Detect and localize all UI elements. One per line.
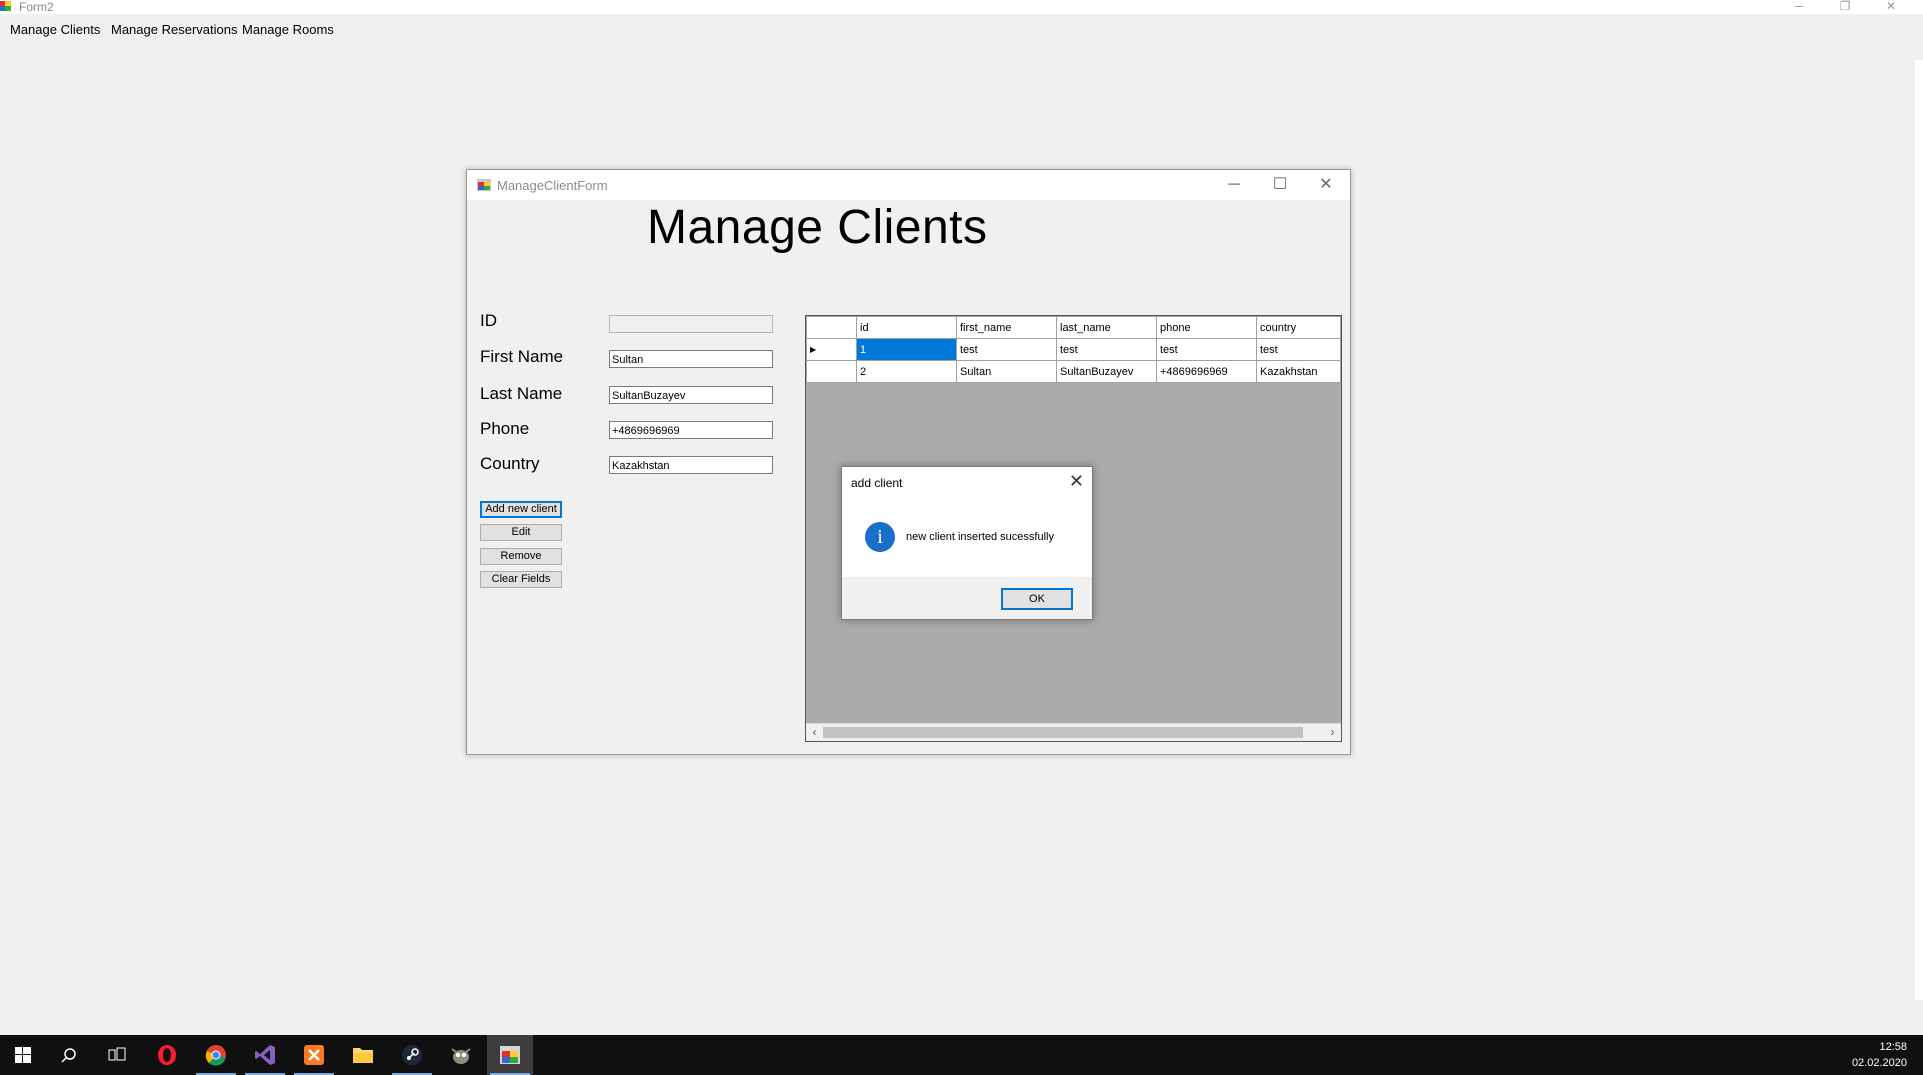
message-box: add client ✕ i new client inserted suces… [841, 466, 1093, 620]
winforms-app-icon[interactable] [487, 1035, 533, 1075]
cell-country[interactable]: test [1256, 338, 1341, 361]
scroll-left-icon[interactable]: ‹ [806, 724, 823, 741]
main-window-title: Form2 [19, 0, 54, 14]
information-icon: i [865, 522, 895, 552]
chrome-icon[interactable] [193, 1035, 239, 1075]
phone-label: Phone [480, 419, 530, 438]
cell-last-name[interactable]: test [1056, 338, 1157, 361]
restore-button[interactable]: ❐ [1822, 0, 1868, 14]
cell-id[interactable]: 2 [856, 360, 957, 383]
windows-start-icon[interactable] [0, 1035, 46, 1075]
table-row[interactable]: ▶ 1 test test test test [806, 338, 1341, 361]
manage-client-form: ManageClientForm ─ ☐ ✕ Manage Clients ID… [466, 169, 1351, 755]
country-label: Country [480, 454, 540, 473]
message-box-title: add client [851, 476, 903, 490]
phone-field[interactable]: +4869696969 [609, 421, 773, 439]
clear-fields-button[interactable]: Clear Fields [480, 571, 562, 588]
menu-manage-rooms[interactable]: Manage Rooms [242, 22, 334, 37]
menu-manage-reservations[interactable]: Manage Reservations [111, 22, 237, 37]
main-window-titlebar: Form2 ─ ❐ ✕ [0, 0, 1923, 14]
message-box-footer: OK [842, 577, 1092, 619]
message-box-close-icon[interactable]: ✕ [1069, 471, 1084, 492]
visual-studio-icon[interactable] [242, 1035, 288, 1075]
task-view-icon[interactable] [94, 1035, 140, 1075]
table-row[interactable]: 2 Sultan SultanBuzayev +4869696969 Kazak… [806, 360, 1341, 383]
cell-first-name[interactable]: Sultan [956, 360, 1057, 383]
horizontal-scrollbar[interactable]: ‹ › [806, 723, 1341, 741]
ok-button[interactable]: OK [1001, 588, 1073, 610]
menu-manage-clients[interactable]: Manage Clients [10, 22, 100, 37]
country-field[interactable]: Kazakhstan [609, 456, 773, 474]
child-title: ManageClientForm [497, 178, 608, 193]
add-client-button[interactable]: Add new client [480, 501, 562, 518]
child-minimize-button[interactable]: ─ [1212, 175, 1256, 197]
cell-first-name[interactable]: test [956, 338, 1057, 361]
edit-button[interactable]: Edit [480, 524, 562, 541]
last-name-field[interactable]: SultanBuzayev [609, 386, 773, 404]
clock-date: 02.02.2020 [1851, 1057, 1907, 1069]
cell-country[interactable]: Kazakhstan [1256, 360, 1341, 383]
cell-last-name[interactable]: SultanBuzayev [1056, 360, 1157, 383]
app-icon [0, 1, 11, 11]
minimize-button[interactable]: ─ [1776, 0, 1822, 14]
child-close-button[interactable]: ✕ [1304, 175, 1348, 197]
first-name-field[interactable]: Sultan [609, 350, 773, 368]
current-row-marker-icon[interactable]: ▶ [806, 338, 857, 361]
close-button[interactable]: ✕ [1868, 0, 1914, 14]
opera-icon[interactable] [144, 1035, 190, 1075]
clock-time: 12:58 [1879, 1041, 1907, 1053]
column-header-country[interactable]: country [1256, 316, 1341, 339]
form-icon [477, 179, 491, 191]
taskbar: 12:58 02.02.2020 [0, 1035, 1923, 1075]
grid-corner-header [806, 316, 857, 339]
cell-phone[interactable]: test [1156, 338, 1257, 361]
column-header-first-name[interactable]: first_name [956, 316, 1057, 339]
column-header-id[interactable]: id [856, 316, 957, 339]
remove-button[interactable]: Remove [480, 548, 562, 565]
child-maximize-button[interactable]: ☐ [1258, 175, 1302, 197]
system-clock[interactable]: 12:58 02.02.2020 [1852, 1039, 1907, 1071]
column-header-phone[interactable]: phone [1156, 316, 1257, 339]
message-text: new client inserted sucessfully [906, 531, 1054, 543]
page-title: Manage Clients [647, 201, 988, 254]
id-field[interactable] [609, 315, 773, 333]
gimp-icon[interactable] [438, 1035, 484, 1075]
last-name-label: Last Name [480, 384, 563, 403]
clients-table: id first_name last_name phone country ▶ … [806, 316, 1341, 383]
cell-phone[interactable]: +4869696969 [1156, 360, 1257, 383]
scrollbar-thumb[interactable] [823, 727, 1303, 738]
child-titlebar: ManageClientForm ─ ☐ ✕ [467, 170, 1350, 200]
xampp-icon[interactable] [291, 1035, 337, 1075]
id-label: ID [480, 311, 497, 330]
steam-icon[interactable] [389, 1035, 435, 1075]
grid-header-row: id first_name last_name phone country [806, 316, 1341, 339]
file-explorer-icon[interactable] [340, 1035, 386, 1075]
row-header[interactable] [806, 360, 857, 383]
window-edge [1915, 60, 1923, 1000]
first-name-label: First Name [480, 347, 564, 366]
search-icon[interactable] [46, 1035, 92, 1075]
column-header-last-name[interactable]: last_name [1056, 316, 1157, 339]
scroll-right-icon[interactable]: › [1324, 724, 1341, 741]
cell-id[interactable]: 1 [856, 338, 957, 361]
